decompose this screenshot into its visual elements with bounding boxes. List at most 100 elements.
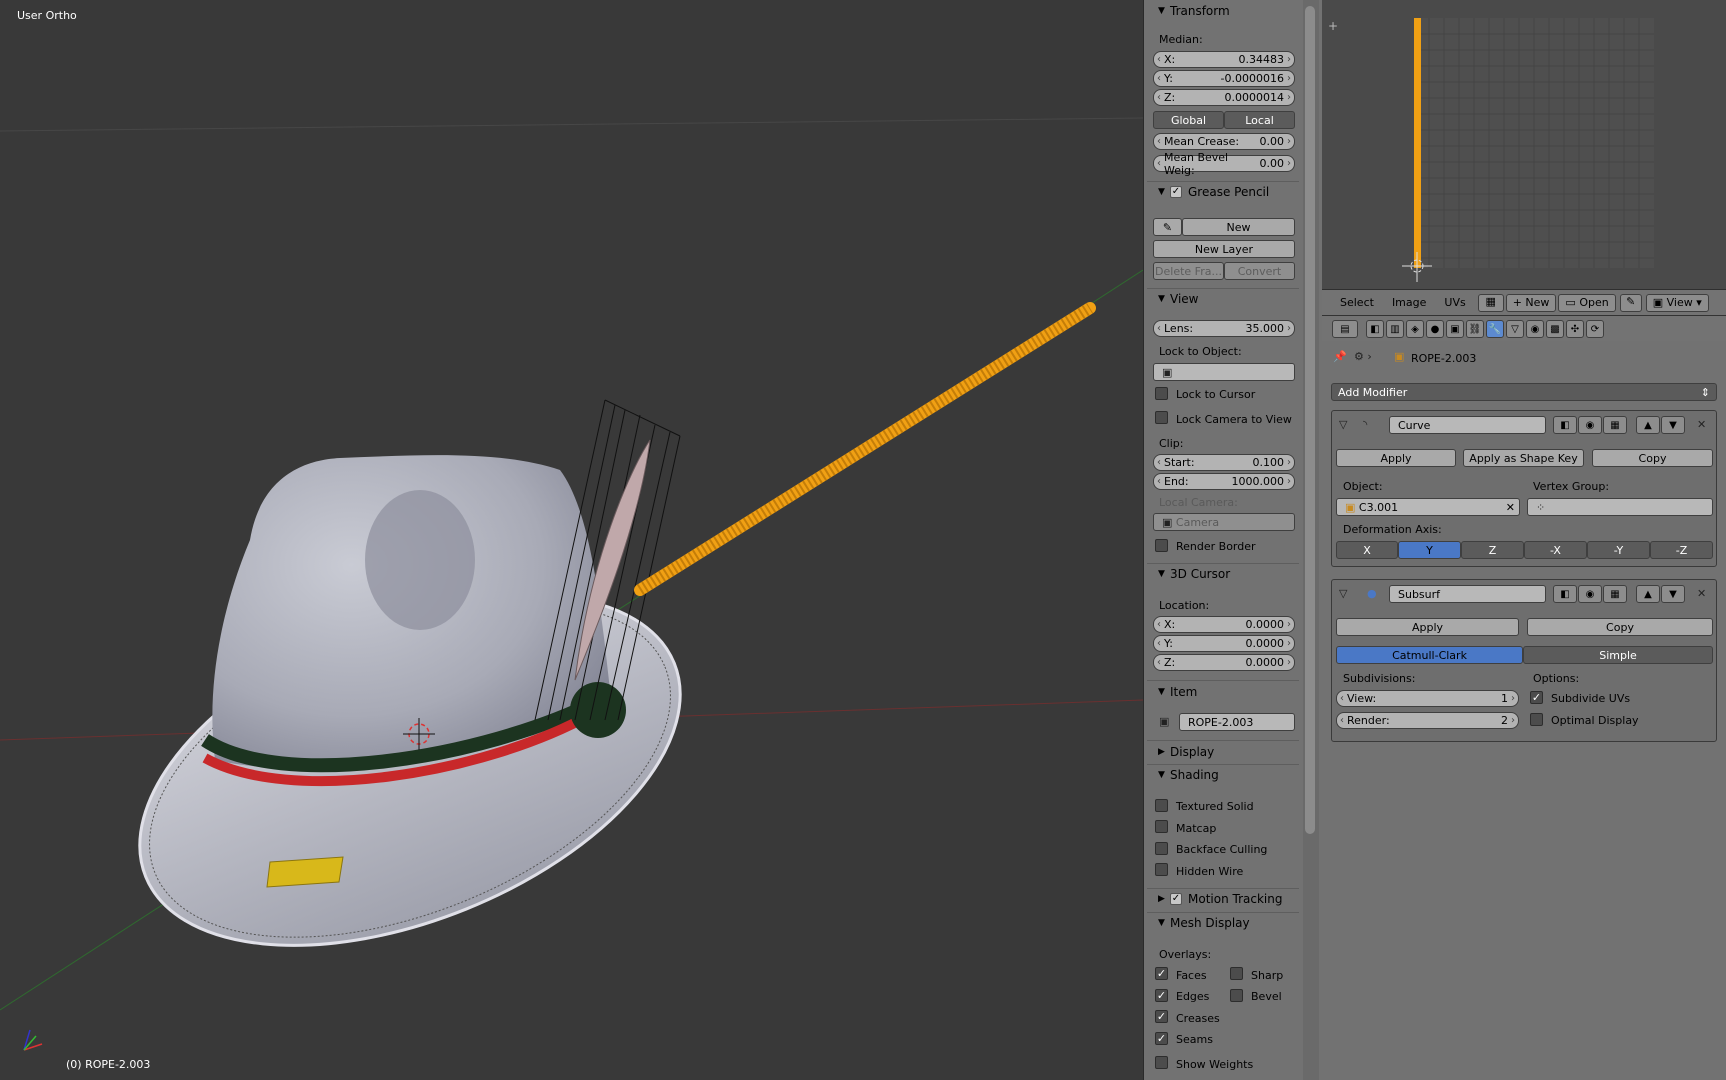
subdivide-uvs-checkbox[interactable]: ✓ xyxy=(1530,691,1543,704)
move-down-icon[interactable]: ▼ xyxy=(1661,585,1685,603)
pin-icon[interactable]: ✎ xyxy=(1619,293,1642,312)
faces-checkbox[interactable]: ✓ xyxy=(1155,967,1168,980)
textured-solid-checkbox[interactable] xyxy=(1155,799,1168,812)
3d-viewport[interactable]: User Ortho (0) ROPE-2.003 xyxy=(0,0,1143,1080)
grease-pencil-panel-header[interactable]: ▼ ✓ Grease Pencil xyxy=(1147,181,1299,203)
curve-apply-button[interactable]: Apply xyxy=(1336,449,1456,467)
particles-tab-icon[interactable]: ✣ xyxy=(1566,320,1584,338)
motion-tracking-checkbox[interactable]: ✓ xyxy=(1170,893,1182,905)
n-panel-scroll-thumb[interactable] xyxy=(1305,6,1315,834)
view-mode-dropdown[interactable]: ▣ View ▾ xyxy=(1645,293,1709,312)
clip-end-field[interactable]: End: 1000.000 xyxy=(1153,473,1295,490)
band-knot[interactable] xyxy=(570,682,626,738)
axis-x-toggle[interactable]: X xyxy=(1336,541,1398,559)
curve-copy-button[interactable]: Copy xyxy=(1592,449,1713,467)
subsurf-copy-button[interactable]: Copy xyxy=(1527,618,1713,636)
sharp-checkbox[interactable] xyxy=(1230,967,1243,980)
subdiv-view-field[interactable]: View: 1 xyxy=(1336,690,1519,707)
median-x-field[interactable]: X: 0.34483 xyxy=(1153,51,1295,68)
cursor-y-field[interactable]: Y: 0.0000 xyxy=(1153,635,1295,652)
add-modifier-dropdown[interactable]: Add Modifier ⇕ xyxy=(1331,383,1717,401)
creases-checkbox[interactable]: ✓ xyxy=(1155,1010,1168,1023)
mean-bevel-field[interactable]: Mean Bevel Weig: 0.00 xyxy=(1153,151,1295,177)
convert-button[interactable]: Convert xyxy=(1224,262,1295,280)
grease-pencil-checkbox[interactable]: ✓ xyxy=(1170,186,1182,198)
constraints-tab-icon[interactable]: ⛓ xyxy=(1466,320,1484,338)
object-tab-icon[interactable]: ▣ xyxy=(1446,320,1464,338)
display-panel-header[interactable]: ▶ Display xyxy=(1147,741,1299,763)
shading-panel-header[interactable]: ▼ Shading xyxy=(1147,764,1299,786)
editor-corner-plus-icon[interactable]: + xyxy=(1328,19,1338,33)
uv-image-editor[interactable]: + xyxy=(1322,0,1726,289)
uv-grid[interactable]: + xyxy=(1322,0,1726,289)
subdiv-render-field[interactable]: Render: 2 xyxy=(1336,712,1519,729)
median-y-field[interactable]: Y: -0.0000016 xyxy=(1153,70,1295,87)
mean-crease-field[interactable]: Mean Crease: 0.00 xyxy=(1153,133,1295,150)
catmull-clark-toggle[interactable]: Catmull-Clark xyxy=(1336,646,1523,664)
axis-y-toggle[interactable]: Y xyxy=(1398,541,1461,559)
view-panel-header[interactable]: ▼ View xyxy=(1147,288,1299,310)
axis-neg-y-toggle[interactable]: -Y xyxy=(1587,541,1650,559)
texture-tab-icon[interactable]: ▩ xyxy=(1546,320,1564,338)
show-weights-checkbox[interactable] xyxy=(1155,1056,1168,1069)
motion-tracking-panel-header[interactable]: ▶ ✓ Motion Tracking xyxy=(1147,888,1299,910)
editor-type-icon[interactable]: ▤ xyxy=(1332,320,1358,338)
local-toggle[interactable]: Local xyxy=(1224,111,1295,129)
vertex-group-field[interactable]: ⁘ xyxy=(1527,498,1713,516)
lock-camera-checkbox[interactable] xyxy=(1155,411,1168,424)
render-toggle-icon[interactable]: ◧ xyxy=(1553,585,1577,603)
image-new-button[interactable]: + New xyxy=(1505,293,1557,312)
hat-plate[interactable] xyxy=(266,856,344,888)
delete-frame-button[interactable]: Delete Fra... xyxy=(1153,262,1224,280)
image-open-button[interactable]: ▭ Open xyxy=(1558,293,1616,312)
subsurf-modifier-name-field[interactable]: Subsurf xyxy=(1389,585,1546,603)
new-layer-button[interactable]: New Layer xyxy=(1153,240,1295,258)
world-tab-icon[interactable]: ● xyxy=(1426,320,1444,338)
optimal-display-checkbox[interactable] xyxy=(1530,713,1543,726)
matcap-checkbox[interactable] xyxy=(1155,820,1168,833)
remove-modifier-icon[interactable]: ✕ xyxy=(1697,418,1706,431)
clear-field-icon[interactable]: ✕ xyxy=(1506,501,1515,514)
viewport-scene[interactable] xyxy=(0,0,1143,1080)
move-down-icon[interactable]: ▼ xyxy=(1661,416,1685,434)
backface-culling-checkbox[interactable] xyxy=(1155,842,1168,855)
local-camera-field[interactable]: ▣ Camera xyxy=(1153,513,1295,531)
menu-select[interactable]: Select xyxy=(1340,296,1374,309)
grease-pencil-type-icon[interactable]: ✎ xyxy=(1153,218,1182,236)
render-border-checkbox[interactable] xyxy=(1155,539,1168,552)
editmode-toggle-icon[interactable]: ▦ xyxy=(1603,585,1627,603)
hidden-wire-checkbox[interactable] xyxy=(1155,863,1168,876)
clip-start-field[interactable]: Start: 0.100 xyxy=(1153,454,1295,471)
editmode-toggle-icon[interactable]: ▦ xyxy=(1603,416,1627,434)
cursor-z-field[interactable]: Z: 0.0000 xyxy=(1153,654,1295,671)
axis-neg-z-toggle[interactable]: -Z xyxy=(1650,541,1713,559)
scene-tab-icon[interactable]: ◈ xyxy=(1406,320,1424,338)
curve-modifier-name-field[interactable]: Curve xyxy=(1389,416,1546,434)
modifiers-tab-icon[interactable]: 🔧 xyxy=(1486,320,1504,338)
lens-field[interactable]: Lens: 35.000 xyxy=(1153,320,1295,337)
axis-neg-x-toggle[interactable]: -X xyxy=(1524,541,1587,559)
transform-panel-header[interactable]: ▼ Transform xyxy=(1147,0,1299,22)
render-tab-icon[interactable]: ◧ xyxy=(1366,320,1384,338)
collapse-arrow-icon[interactable]: ▽ xyxy=(1339,418,1347,431)
median-z-field[interactable]: Z: 0.0000014 xyxy=(1153,89,1295,106)
image-browse-icon[interactable]: ▦ xyxy=(1477,293,1504,312)
grease-new-button[interactable]: New xyxy=(1182,218,1295,236)
item-name-field[interactable]: ROPE-2.003 xyxy=(1179,713,1295,731)
move-up-icon[interactable]: ▲ xyxy=(1636,416,1660,434)
3d-cursor-panel-header[interactable]: ▼ 3D Cursor xyxy=(1147,563,1299,585)
axis-z-toggle[interactable]: Z xyxy=(1461,541,1524,559)
menu-uvs[interactable]: UVs xyxy=(1444,296,1465,309)
subsurf-apply-button[interactable]: Apply xyxy=(1336,618,1519,636)
lock-object-field[interactable]: ▣ xyxy=(1153,363,1295,381)
render-toggle-icon[interactable]: ◧ xyxy=(1553,416,1577,434)
item-panel-header[interactable]: ▼ Item xyxy=(1147,681,1299,703)
apply-shape-key-button[interactable]: Apply as Shape Key xyxy=(1463,449,1584,467)
uv-island-selected[interactable] xyxy=(1414,18,1421,268)
viewport-toggle-icon[interactable]: ◉ xyxy=(1578,585,1602,603)
seams-checkbox[interactable]: ✓ xyxy=(1155,1032,1168,1045)
curve-object-field[interactable]: ▣ C3.001 ✕ xyxy=(1336,498,1520,516)
global-toggle[interactable]: Global xyxy=(1153,111,1224,129)
pin-icon[interactable]: 📌 xyxy=(1333,350,1347,363)
material-tab-icon[interactable]: ◉ xyxy=(1526,320,1544,338)
